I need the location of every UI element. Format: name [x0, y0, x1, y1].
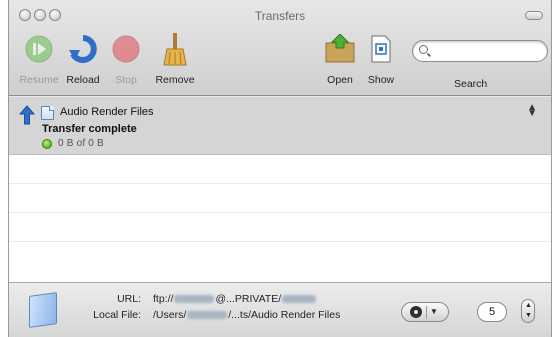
- toolbar-toggle-button[interactable]: [525, 11, 543, 20]
- chevron-down-icon: ▼: [430, 307, 438, 316]
- resume-icon: [22, 32, 56, 66]
- transfer-status: Transfer complete: [42, 123, 137, 135]
- row-menu-chevron-icon[interactable]: ▲ ▼: [527, 103, 537, 119]
- remove-label: Remove: [155, 74, 195, 86]
- row-divider: [9, 183, 551, 184]
- stepper-up-icon[interactable]: ▲: [525, 302, 532, 309]
- url-middle: @...: [215, 293, 235, 305]
- stop-button[interactable]: Stop: [98, 32, 154, 86]
- row-divider: [9, 212, 551, 213]
- search-label: Search: [454, 78, 488, 90]
- url-label: URL:: [117, 293, 141, 305]
- complete-status-icon: [42, 139, 52, 149]
- stepper-down-icon[interactable]: ▼: [525, 312, 532, 319]
- transfer-row[interactable]: Audio Render Files Transfer complete 0 B…: [9, 97, 551, 155]
- search-box[interactable]: [412, 40, 548, 62]
- url-value: ftp:// @...PRIVATE/: [153, 293, 317, 305]
- broom-icon: [158, 32, 192, 66]
- local-file-value: /Users/ /...ts/Audio Render Files: [153, 309, 340, 321]
- stop-icon: [109, 32, 143, 66]
- show-button[interactable]: Show: [353, 32, 409, 86]
- transfer-list[interactable]: Audio Render Files Transfer complete 0 B…: [9, 97, 551, 282]
- window-title: Transfers: [254, 9, 306, 23]
- row-divider: [9, 241, 551, 242]
- info-bar: URL: ftp:// @...PRIVATE/ Local File: /Use…: [9, 282, 551, 337]
- remove-button[interactable]: Remove: [147, 32, 203, 86]
- redacted-text: [282, 295, 317, 304]
- local-prefix: /Users/: [153, 309, 187, 321]
- url-prefix: ftp://: [153, 293, 174, 305]
- popup-separator: [426, 306, 427, 319]
- transfer-name: Audio Render Files: [60, 106, 154, 118]
- stop-label: Stop: [115, 74, 137, 86]
- toolbar: Transfers Resume Reload Stop Remove Open…: [9, 0, 551, 96]
- local-suffix: /...ts/Audio Render Files: [228, 309, 341, 321]
- transfer-progress: 0 B of 0 B: [58, 138, 104, 149]
- document-icon: [41, 106, 54, 120]
- transfers-window: Transfers Resume Reload Stop Remove Open…: [8, 0, 552, 337]
- connection-limit-field[interactable]: 5: [477, 302, 507, 322]
- open-folder-icon: [323, 32, 357, 66]
- url-suffix: PRIVATE/: [234, 293, 282, 305]
- local-file-label: Local File:: [93, 309, 141, 321]
- show-file-icon: [364, 32, 398, 66]
- reload-icon: [66, 32, 100, 66]
- gear-icon: [410, 306, 422, 318]
- search-input[interactable]: [435, 44, 541, 59]
- show-label: Show: [367, 74, 395, 86]
- search-area: Search: [412, 40, 548, 90]
- local-folder-icon: [29, 292, 57, 328]
- redacted-text: [187, 311, 228, 320]
- connection-limit-stepper[interactable]: ▲ ▼: [521, 299, 535, 323]
- search-icon: [419, 45, 428, 54]
- upload-arrow-icon: [18, 105, 36, 128]
- redacted-text: [174, 295, 215, 304]
- action-popup-button[interactable]: ▼: [401, 302, 449, 322]
